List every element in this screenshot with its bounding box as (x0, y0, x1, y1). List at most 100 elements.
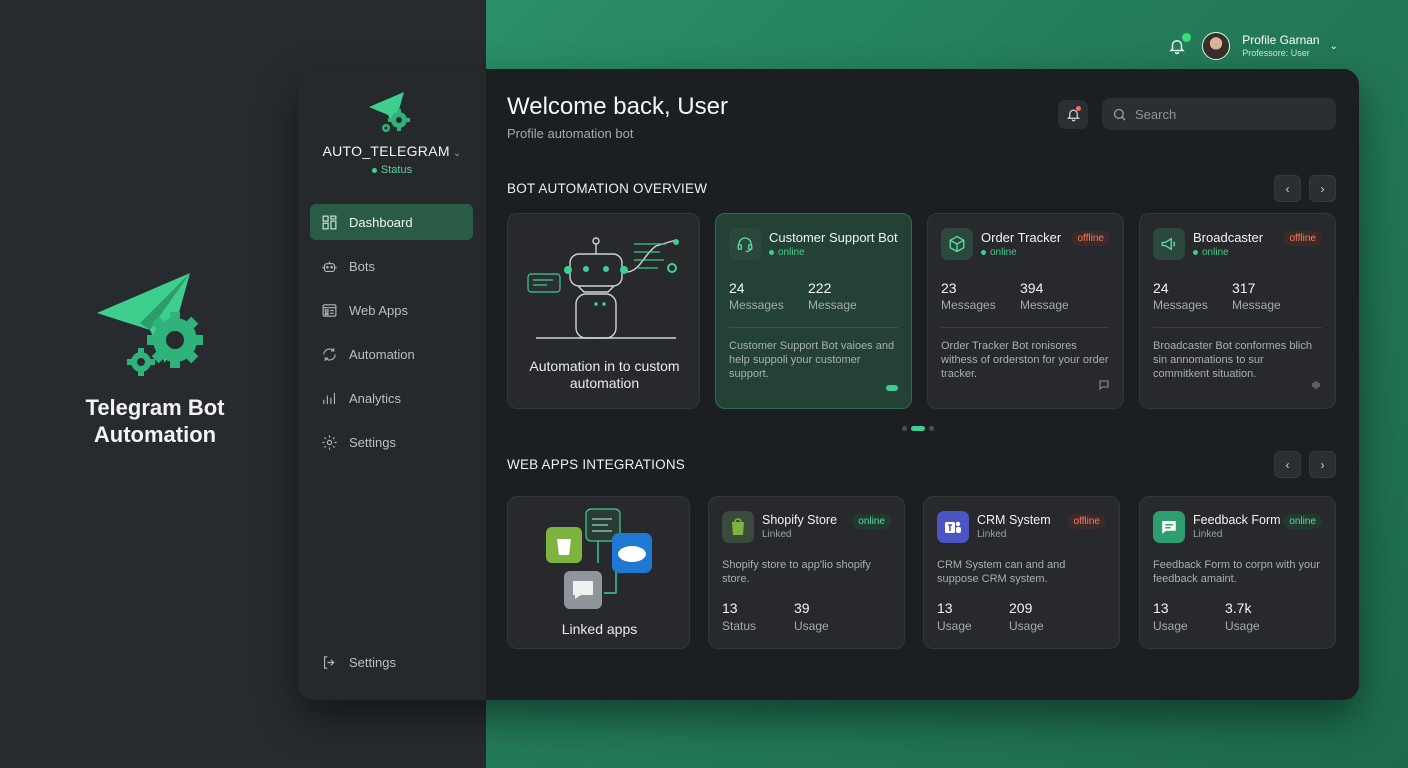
bot-description: Customer Support Bot vaioes and help sup… (729, 340, 895, 380)
pager-dot[interactable] (929, 426, 934, 431)
sidebar-bottom: Settings (310, 644, 473, 688)
apps-next-button[interactable]: › (1309, 451, 1336, 478)
stat-label: Messages (1153, 298, 1208, 312)
bot-status: online (1193, 247, 1229, 258)
teams-icon (937, 511, 969, 543)
bot-card-customer-support[interactable]: Customer Support Bot online 24 Messages … (715, 213, 912, 409)
chevron-left-icon: ‹ (1285, 181, 1290, 196)
divider (1153, 327, 1322, 328)
bot-carousel-controls: ‹ › (1274, 175, 1336, 202)
telegram-gear-logo-icon (97, 273, 203, 376)
top-notification-button[interactable]: 1 (1168, 33, 1192, 55)
chat-icon[interactable] (1098, 379, 1110, 394)
bot-card-order-tracker[interactable]: Order Tracker online offline 23 Messages… (927, 213, 1124, 409)
divider (729, 327, 898, 328)
dashboard-icon (322, 215, 337, 229)
sidebar-item-settings[interactable]: Settings (310, 424, 473, 460)
status-badge: offline (1283, 231, 1322, 246)
sidebar-item-label: Settings (349, 654, 396, 670)
toggle-icon[interactable] (886, 385, 898, 391)
search-input[interactable] (1135, 106, 1315, 122)
stat-label: Usage (937, 619, 972, 633)
stat-value: 24 (1153, 280, 1169, 296)
status-dot-icon (371, 167, 377, 173)
sidebar-item-label: Analytics (349, 390, 402, 406)
app-card-crm[interactable]: CRM System Linked offline CRM System can… (923, 496, 1120, 649)
chevron-left-icon: ‹ (1285, 457, 1290, 472)
linked-apps-caption: Linked apps (561, 621, 638, 637)
gear-icon (322, 434, 337, 450)
headset-icon (729, 228, 761, 260)
bot-next-button[interactable]: › (1309, 175, 1336, 202)
bot-name: Customer Support Bot (769, 230, 898, 245)
feedback-icon (1153, 511, 1185, 543)
carousel-pager (902, 426, 934, 431)
automation-icon (323, 347, 336, 361)
stat-label: Message (808, 298, 857, 312)
linked-apps-card[interactable]: Linked apps (507, 496, 690, 649)
shopify-icon (722, 511, 754, 543)
sidebar-item-label: Settings (349, 434, 396, 450)
profile-name: Profile Garnan (1242, 33, 1320, 47)
chevron-down-icon[interactable]: ⌄ (1330, 41, 1338, 52)
brand-block: Telegram Bot Automation (60, 268, 250, 448)
chevron-right-icon: › (1320, 457, 1325, 472)
profile-info[interactable]: Profile Garnan Professore: User (1242, 33, 1319, 59)
signal-icon[interactable] (1310, 379, 1322, 394)
search-box[interactable] (1102, 98, 1336, 130)
app-status: Linked (762, 529, 792, 540)
illustration-caption: Automation in to custom automation (529, 358, 680, 391)
status-badge: offline (1071, 231, 1110, 246)
stat-value: 23 (941, 280, 957, 296)
pager-dot-active[interactable] (911, 426, 925, 431)
bot-name: Order Tracker (981, 230, 1062, 245)
bot-name: Broadcaster (1193, 230, 1264, 245)
status-badge: online (852, 514, 891, 529)
stat-value: 13 (937, 600, 953, 616)
app-card-feedback[interactable]: Feedback Form Linked online Feedback For… (1139, 496, 1336, 649)
robot-illustration-icon (527, 237, 679, 339)
sidebar-item-bottom-settings[interactable]: Settings (310, 644, 473, 680)
bot-description: Broadcaster Bot conformes blich sin anno… (1153, 340, 1312, 380)
stat-label: Usage (1009, 619, 1044, 633)
page-subtitle: Profile automation bot (507, 126, 634, 141)
notification-button[interactable] (1058, 100, 1088, 129)
avatar[interactable] (1202, 32, 1231, 60)
notification-dot (1076, 106, 1081, 111)
apps-prev-button[interactable]: ‹ (1274, 451, 1301, 478)
pager-dot[interactable] (902, 426, 907, 431)
profile-role: Professore: User (1242, 48, 1310, 58)
linked-apps-illustration-icon (546, 508, 652, 609)
stat-label: Status (722, 619, 757, 633)
automation-illustration-card[interactable]: Automation in to custom automation (507, 213, 700, 409)
bot-prev-button[interactable]: ‹ (1274, 175, 1301, 202)
app-status: Linked (977, 529, 1007, 540)
analytics-icon (323, 392, 336, 404)
status-dot-icon (769, 249, 774, 255)
bot-description: Order Tracker Bot ronisores withess of o… (941, 340, 1109, 380)
app-card-shopify[interactable]: Shopify Store Linked online Shopify stor… (708, 496, 905, 649)
sidebar-item-dashboard[interactable]: Dashboard (310, 204, 473, 240)
sidebar-item-label: Web Apps (349, 302, 409, 318)
notification-count-badge: 1 (1182, 33, 1192, 42)
sidebar: AUTO_TELEGRAM ⌄ Status Dashboard Bots Web… (298, 69, 486, 700)
sidebar-item-analytics[interactable]: Analytics (310, 380, 473, 416)
chevron-down-icon: ⌄ (452, 148, 462, 159)
app-name-selector[interactable]: AUTO_TELEGRAM ⌄ (298, 143, 486, 159)
app-name: CRM System (977, 513, 1051, 527)
stat-label: Usage (1153, 619, 1188, 633)
top-profile-bar: 1 Profile Garnan Professore: User ⌄ (1168, 32, 1338, 60)
stat-value: 13 (722, 600, 738, 616)
sidebar-item-bots[interactable]: Bots (310, 248, 473, 284)
stat-value: 13 (1153, 600, 1169, 616)
bot-card-broadcaster[interactable]: Broadcaster online offline 24 Messages 3… (1139, 213, 1336, 409)
sidebar-item-web-apps[interactable]: Web Apps (310, 292, 473, 328)
app-status: Status (298, 164, 486, 176)
megaphone-icon (1153, 228, 1185, 260)
stat-value: 394 (1020, 280, 1044, 296)
sidebar-item-automation[interactable]: Automation (310, 336, 473, 372)
sidebar-item-label: Dashboard (349, 214, 413, 230)
status-badge: online (1283, 514, 1322, 529)
app-name: Shopify Store (762, 513, 838, 527)
status-badge: offline (1067, 514, 1106, 529)
